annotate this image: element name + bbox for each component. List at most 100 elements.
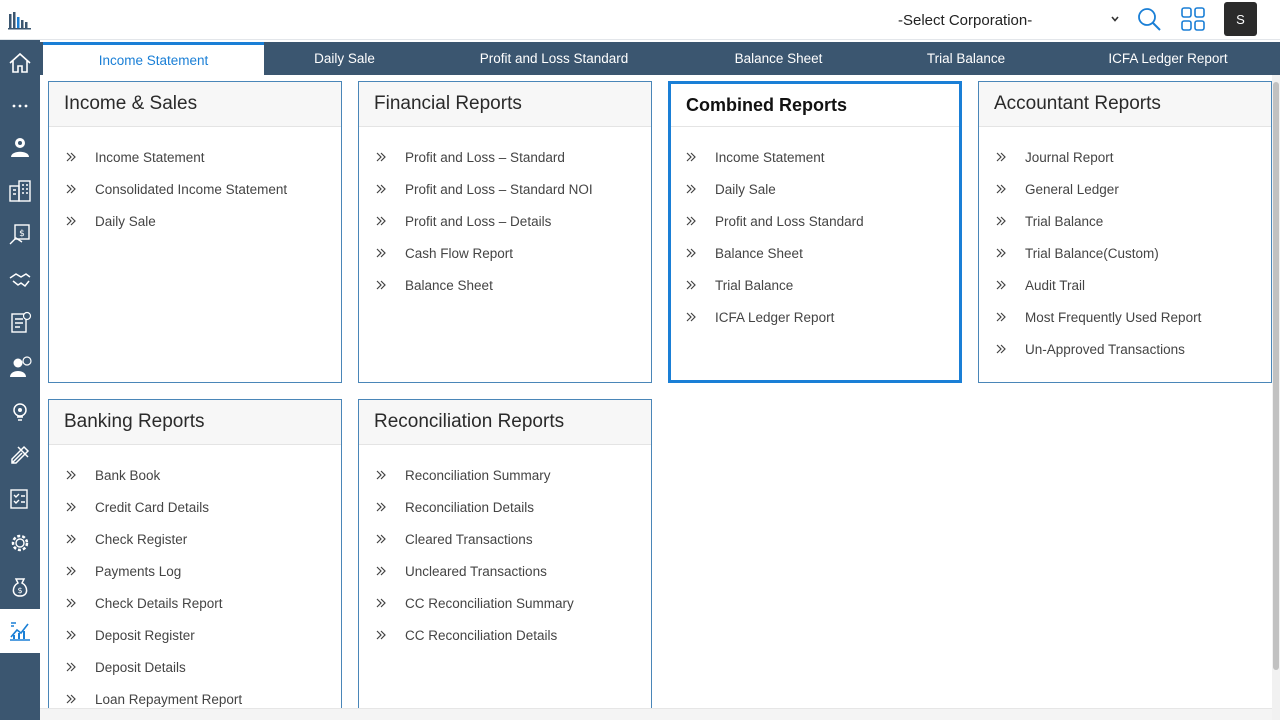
apps-grid-icon[interactable] <box>1180 6 1206 32</box>
list-item[interactable]: Daily Sale <box>49 205 341 237</box>
list-item[interactable]: Income Statement <box>671 141 959 173</box>
list-item[interactable]: Consolidated Income Statement <box>49 173 341 205</box>
money-bag-icon[interactable]: $ <box>0 565 40 609</box>
list-item-label: Reconciliation Summary <box>405 467 551 483</box>
list-item-label: Payments Log <box>95 563 182 579</box>
chevron-right-icon <box>685 311 715 323</box>
tab-daily-sale[interactable]: Daily Sale <box>264 42 425 75</box>
list-item[interactable]: Uncleared Transactions <box>359 555 651 587</box>
list-item[interactable]: Daily Sale <box>671 173 959 205</box>
reports-chart-icon[interactable] <box>0 609 40 653</box>
tab-trial-balance[interactable]: Trial Balance <box>874 42 1058 75</box>
chevron-right-icon <box>995 343 1025 355</box>
chevron-right-icon <box>375 597 405 609</box>
list-item[interactable]: Audit Trail <box>979 269 1271 301</box>
person-dollar-icon[interactable] <box>0 345 40 389</box>
avatar[interactable]: S <box>1224 2 1257 36</box>
list-item[interactable]: Trial Balance <box>979 205 1271 237</box>
income-sales-card: Income & Sales Income Statement Consolid… <box>48 81 342 383</box>
tab-income-statement[interactable]: Income Statement <box>43 42 264 75</box>
card-title: Income & Sales <box>49 82 341 127</box>
list-item[interactable]: Credit Card Details <box>49 491 341 523</box>
tools-icon[interactable] <box>0 433 40 477</box>
list-item[interactable]: Check Register <box>49 523 341 555</box>
list-item-label: Profit and Loss Standard <box>715 213 864 229</box>
chevron-right-icon <box>995 151 1025 163</box>
list-item[interactable]: Profit and Loss – Standard <box>359 141 651 173</box>
checklist-icon[interactable] <box>0 477 40 521</box>
tab-icfa-ledger-report[interactable]: ICFA Ledger Report <box>1058 42 1278 75</box>
list-item-label: Loan Repayment Report <box>95 691 243 707</box>
chevron-right-icon <box>685 215 715 227</box>
corporation-select[interactable]: -Select Corporation- <box>898 9 1120 31</box>
list-item[interactable]: Deposit Register <box>49 619 341 651</box>
list-item-label: Income Statement <box>95 149 205 165</box>
chevron-right-icon <box>65 501 95 513</box>
more-icon[interactable] <box>0 83 40 127</box>
list-item-label: Most Frequently Used Report <box>1025 309 1202 325</box>
chevron-right-icon <box>995 183 1025 195</box>
chevron-right-icon <box>995 215 1025 227</box>
corporation-select-value: -Select Corporation- <box>898 11 1033 29</box>
lightbulb-gear-icon[interactable] <box>0 389 40 433</box>
list-item-label: Income Statement <box>715 149 825 165</box>
chevron-right-icon <box>375 279 405 291</box>
list-item[interactable]: Check Details Report <box>49 587 341 619</box>
card-title: Financial Reports <box>359 82 651 127</box>
invoice-icon[interactable] <box>0 301 40 345</box>
chevron-right-icon <box>995 279 1025 291</box>
list-item[interactable]: Balance Sheet <box>671 237 959 269</box>
list-item[interactable]: Un-Approved Transactions <box>979 333 1271 365</box>
report-list: Journal Report General Ledger Trial Bala… <box>979 127 1271 365</box>
list-item[interactable]: Deposit Details <box>49 651 341 683</box>
chevron-right-icon <box>685 279 715 291</box>
list-item-label: Consolidated Income Statement <box>95 181 288 197</box>
list-item[interactable]: CC Reconciliation Summary <box>359 587 651 619</box>
list-item-label: Bank Book <box>95 467 161 483</box>
list-item[interactable]: Profit and Loss Standard <box>671 205 959 237</box>
list-item-label: CC Reconciliation Details <box>405 627 558 643</box>
chevron-right-icon <box>995 247 1025 259</box>
list-item[interactable]: Most Frequently Used Report <box>979 301 1271 333</box>
search-icon[interactable] <box>1136 6 1162 32</box>
list-item[interactable]: Journal Report <box>979 141 1271 173</box>
money-hand-icon[interactable]: $ <box>0 213 40 257</box>
list-item[interactable]: Reconciliation Details <box>359 491 651 523</box>
card-title: Combined Reports <box>671 84 959 127</box>
list-item-label: Uncleared Transactions <box>405 563 547 579</box>
list-item[interactable]: Bank Book <box>49 459 341 491</box>
list-item[interactable]: ICFA Ledger Report <box>671 301 959 333</box>
handshake-icon[interactable] <box>0 257 40 301</box>
chevron-right-icon <box>65 183 95 195</box>
tab-balance-sheet[interactable]: Balance Sheet <box>683 42 874 75</box>
banking-reports-card: Banking Reports Bank Book Credit Card De… <box>48 399 342 720</box>
chevron-right-icon <box>685 247 715 259</box>
app-logo[interactable] <box>0 0 40 40</box>
list-item-label: Deposit Details <box>95 659 186 675</box>
list-item-label: Balance Sheet <box>715 245 803 261</box>
tab-profit-and-loss-standard[interactable]: Profit and Loss Standard <box>425 42 683 75</box>
building-icon[interactable] <box>0 169 40 213</box>
chevron-right-icon <box>995 311 1025 323</box>
gear-dollar-icon[interactable] <box>0 521 40 565</box>
list-item[interactable]: CC Reconciliation Details <box>359 619 651 651</box>
report-list: Income Statement Daily Sale Profit and L… <box>671 127 959 333</box>
list-item[interactable]: Cleared Transactions <box>359 523 651 555</box>
list-item[interactable]: Trial Balance <box>671 269 959 301</box>
scrollbar-thumb[interactable] <box>1273 82 1279 670</box>
chevron-right-icon <box>65 629 95 641</box>
horizontal-scrollbar[interactable] <box>40 708 1272 720</box>
list-item[interactable]: Reconciliation Summary <box>359 459 651 491</box>
list-item[interactable]: Income Statement <box>49 141 341 173</box>
people-settings-icon[interactable] <box>0 125 40 169</box>
list-item[interactable]: Cash Flow Report <box>359 237 651 269</box>
list-item[interactable]: Payments Log <box>49 555 341 587</box>
list-item[interactable]: General Ledger <box>979 173 1271 205</box>
home-icon[interactable] <box>0 41 40 85</box>
list-item[interactable]: Balance Sheet <box>359 269 651 301</box>
list-item[interactable]: Trial Balance(Custom) <box>979 237 1271 269</box>
chevron-right-icon <box>375 215 405 227</box>
list-item[interactable]: Profit and Loss – Standard NOI <box>359 173 651 205</box>
chevron-right-icon <box>375 533 405 545</box>
list-item[interactable]: Profit and Loss – Details <box>359 205 651 237</box>
